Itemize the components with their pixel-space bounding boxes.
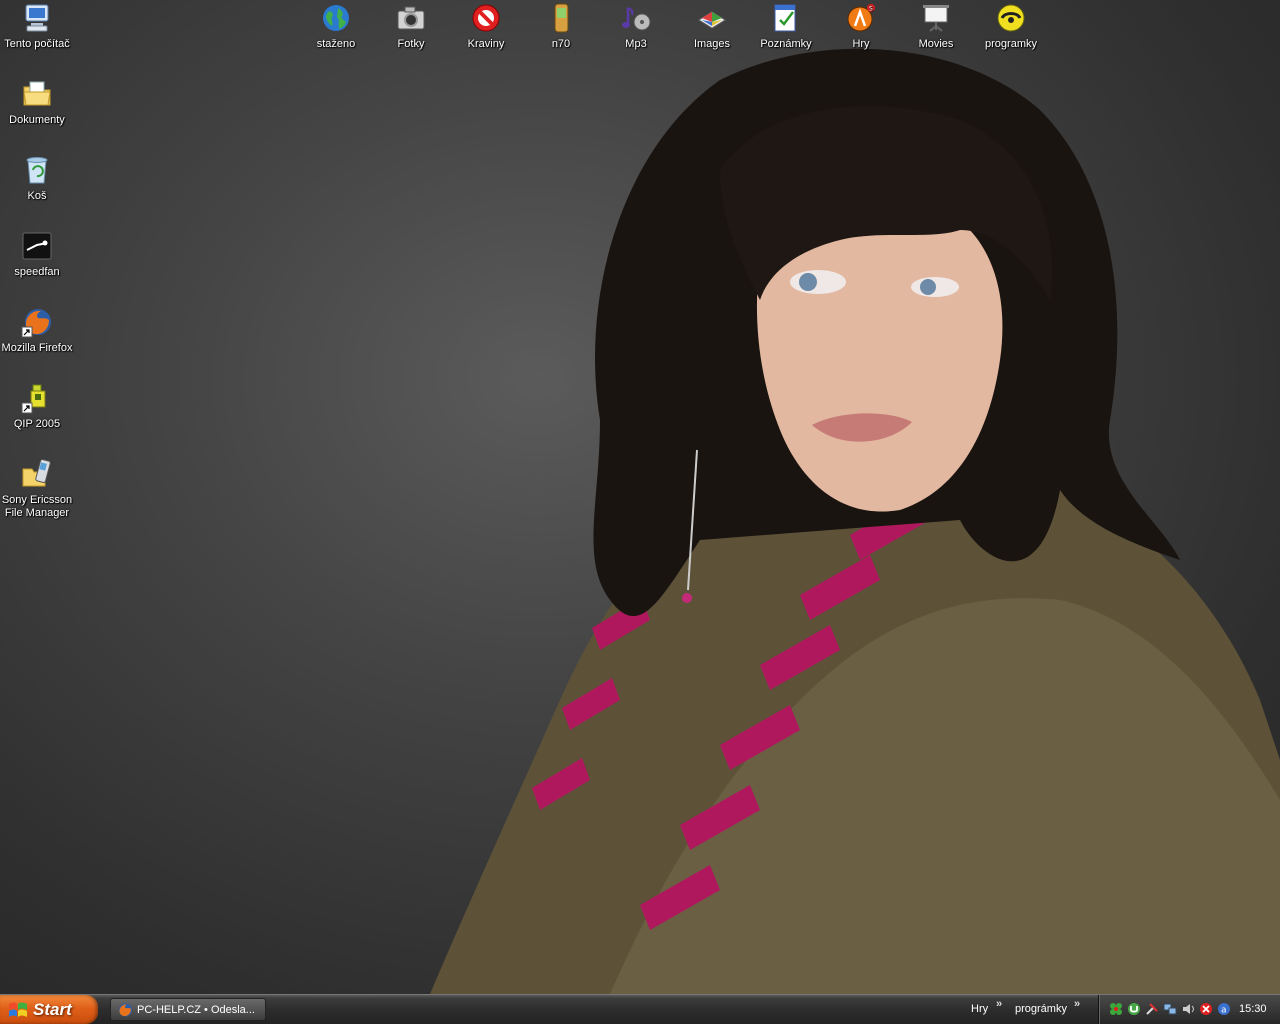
desktop-icon-recycle-bin[interactable]: Koš [0, 154, 74, 203]
desktop-icon-stazeno[interactable]: staženo [299, 2, 373, 51]
desktop-icon-movies[interactable]: Movies [899, 2, 973, 51]
desktop-icon-kraviny[interactable]: Kraviny [449, 2, 523, 51]
desktop-icon-label: Kraviny [467, 38, 505, 50]
wallpaper [430, 48, 1280, 994]
desktop-icon-sony-ericsson[interactable]: Sony Ericsson File Manager [0, 458, 74, 520]
desktop-icon-label: Dokumenty [9, 114, 65, 126]
desktop-icon-firefox[interactable]: Mozilla Firefox [0, 306, 74, 355]
taskbar: Start PC-HELP.CZ • Odesla... Hry » progr… [0, 994, 1280, 1024]
camera-icon [397, 6, 425, 30]
start-label: Start [33, 1000, 72, 1019]
svg-text:S: S [869, 6, 873, 13]
desktop-icon-label: Fotky [397, 38, 425, 50]
desktop-icon-fotky[interactable]: Fotky [374, 2, 448, 51]
desktop-icon-label: speedfan [14, 266, 60, 278]
toolbar-programky-chevron[interactable]: » [1074, 998, 1080, 1010]
qip-icon [21, 384, 46, 414]
desktop-icon-documents[interactable]: Dokumenty [0, 78, 74, 127]
toolbar-hry[interactable]: Hry [971, 1003, 988, 1015]
firefox-icon [119, 1003, 132, 1017]
desktop-icon-hry[interactable]: S Hry [824, 2, 898, 51]
speedfan-icon [22, 232, 52, 260]
utorrent-icon[interactable] [1127, 1002, 1141, 1016]
desktop-icon-label: programky [985, 38, 1037, 50]
desktop-icon-qip[interactable]: QIP 2005 [0, 382, 74, 431]
clover-icon[interactable] [1109, 1002, 1123, 1016]
clock[interactable]: 15:30 [1239, 1003, 1267, 1015]
windows-flag-icon [9, 1002, 27, 1017]
desktop-icon-speedfan[interactable]: speedfan [0, 230, 74, 279]
desktop-icon-n70[interactable]: n70 [524, 2, 598, 51]
start-button[interactable]: Start [0, 995, 98, 1024]
desktop-icon-poznamky[interactable]: Poznámky [749, 2, 823, 51]
desktop-icon-label: Hry [852, 38, 870, 50]
toolbar-hry-chevron[interactable]: » [996, 998, 1002, 1010]
desktop-icon-my-computer[interactable]: Tento počítač [0, 2, 74, 51]
desktop-icon-label: Mp3 [625, 38, 647, 50]
notes-icon [774, 4, 796, 32]
desktop-icon-label: Tento počítač [4, 38, 70, 50]
desktop-icon-label: Poznámky [760, 38, 812, 50]
desktop-icon-images[interactable]: Images [675, 2, 749, 51]
mobile-phone-icon [554, 3, 569, 33]
desktop-icon-label: Koš [27, 190, 47, 202]
recycle-bin-icon [26, 157, 48, 184]
programs-icon [997, 4, 1025, 32]
globe-icon [323, 5, 349, 31]
system-tray: a 15:30 [1098, 995, 1280, 1024]
projector-screen-icon [923, 5, 949, 32]
desktop-icon-label: Movies [918, 38, 954, 50]
half-life-icon: S [847, 4, 875, 32]
svg-text:a: a [1221, 1006, 1227, 1016]
qip-tray-icon[interactable]: a [1217, 1002, 1231, 1016]
firefox-icon [21, 309, 51, 338]
desktop: Tento počítač Dokumenty Koš speedfan Moz… [0, 0, 1280, 994]
desktop-icon-label: n70 [551, 38, 571, 50]
documents-folder-icon [23, 81, 51, 106]
desktop-icon-label: QIP 2005 [13, 418, 61, 430]
phone-folder-icon [22, 459, 51, 487]
images-icon [698, 11, 726, 29]
desktop-icon-programky[interactable]: programky [974, 2, 1048, 51]
toolbar-programky[interactable]: prográmky [1015, 1003, 1067, 1015]
taskbar-button-firefox[interactable]: PC-HELP.CZ • Odesla... [110, 998, 266, 1021]
speaker-icon[interactable] [1181, 1002, 1195, 1016]
my-computer-icon [25, 4, 49, 32]
desktop-icon-mp3[interactable]: Mp3 [599, 2, 673, 51]
desktop-icon-label: Images [693, 38, 731, 50]
network-icon[interactable] [1163, 1002, 1177, 1016]
no-sign-icon [472, 4, 500, 32]
desktop-icon-label: staženo [316, 38, 356, 50]
tools-icon[interactable] [1145, 1002, 1159, 1016]
desktop-icon-label: Mozilla Firefox [1, 342, 73, 354]
taskbar-button-title: PC-HELP.CZ • Odesla... [137, 1004, 255, 1016]
desktop-icon-label: Sony Ericsson File Manager [1, 494, 73, 519]
music-note-icon [622, 7, 651, 31]
antivirus-icon[interactable] [1199, 1002, 1213, 1016]
